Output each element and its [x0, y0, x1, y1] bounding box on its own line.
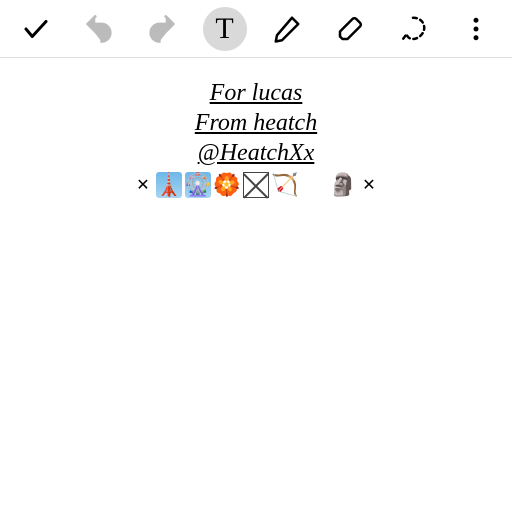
emoji-missing-glyph[interactable] — [243, 172, 269, 198]
done-button[interactable] — [14, 7, 58, 51]
text-tool-button[interactable]: T — [203, 7, 247, 51]
note-line-3[interactable]: @HeatchXx — [198, 138, 315, 168]
more-vertical-icon — [461, 14, 491, 44]
emoji-rosette[interactable]: 🏵️ — [214, 172, 240, 198]
emoji-moai[interactable]: 🗿 — [330, 172, 356, 198]
emoji-ferris-wheel[interactable]: 🎡 — [185, 172, 211, 198]
redo-button[interactable] — [140, 7, 184, 51]
pen-tool-button[interactable] — [265, 7, 309, 51]
emoji-bow-arrow[interactable]: 🏹 — [272, 172, 298, 198]
note-line-1[interactable]: For lucas — [210, 78, 303, 108]
eraser-tool-button[interactable] — [328, 7, 372, 51]
eraser-icon — [335, 14, 365, 44]
emoji-row: ✕ 🗼 🎡 🏵️ 🏹 🗿 ✕ — [133, 172, 379, 198]
emoji-row-delete-right[interactable]: ✕ — [359, 175, 379, 195]
pen-icon — [272, 14, 302, 44]
canvas-area[interactable]: For lucas From heatch @HeatchXx ✕ 🗼 🎡 🏵️… — [0, 58, 512, 198]
note-line-2[interactable]: From heatch — [195, 108, 317, 138]
redo-icon — [147, 14, 177, 44]
undo-button[interactable] — [77, 7, 121, 51]
toolbar: T — [0, 0, 512, 58]
check-icon — [21, 14, 51, 44]
undo-icon — [84, 14, 114, 44]
text-tool-icon: T — [215, 12, 233, 46]
emoji-tokyo-tower[interactable]: 🗼 — [156, 172, 182, 198]
emoji-blank — [301, 172, 327, 198]
emoji-row-delete-left[interactable]: ✕ — [133, 175, 153, 195]
lasso-tool-button[interactable] — [391, 7, 435, 51]
lasso-icon — [398, 14, 428, 44]
more-button[interactable] — [454, 7, 498, 51]
